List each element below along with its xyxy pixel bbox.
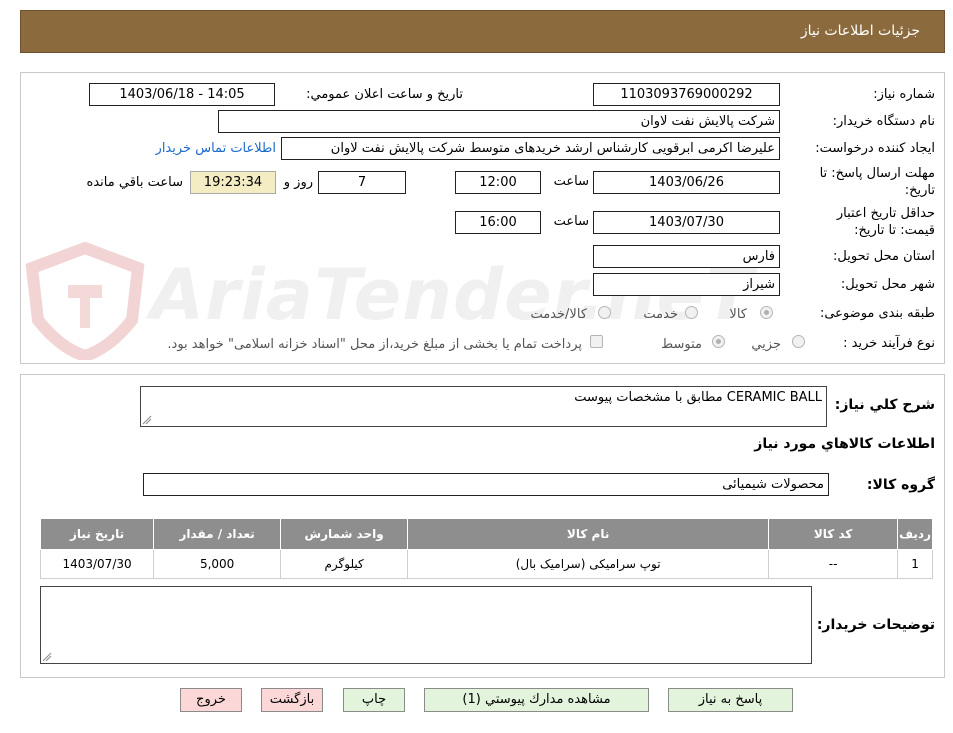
remaining-label: ساعت باقي مانده xyxy=(86,175,183,190)
page-title: جزئیات اطلاعات نیاز xyxy=(800,23,920,39)
category-option-service: خدمت xyxy=(643,307,678,322)
city-field: شیراز xyxy=(593,273,780,296)
goods-table-wrap: رديف کد کالا نام کالا واحد شمارش تعداد /… xyxy=(39,518,933,579)
col-code: کد کالا xyxy=(768,518,899,550)
process-radio-minor[interactable] xyxy=(792,335,805,348)
page-header: جزئیات اطلاعات نیاز xyxy=(20,10,945,53)
validity-label-2: قيمت: تا تاريخ: xyxy=(854,223,935,238)
resize-handle-icon[interactable] xyxy=(142,415,152,425)
goods-table: رديف کد کالا نام کالا واحد شمارش تعداد /… xyxy=(39,518,933,579)
table-header-row: رديف کد کالا نام کالا واحد شمارش تعداد /… xyxy=(39,518,933,550)
validity-time-field: 16:00 xyxy=(455,211,541,234)
category-radio-goods-service[interactable] xyxy=(598,306,611,319)
process-option-medium: متوسط xyxy=(661,337,702,352)
col-date: تاريخ نياز xyxy=(39,518,155,550)
province-label: استان محل تحويل: xyxy=(833,249,935,264)
requester-field: علیرضا اکرمی ابرقویی کارشناس ارشد خریدها… xyxy=(281,137,780,160)
days-field: 7 xyxy=(318,171,406,194)
remaining-time-field: 19:23:34 xyxy=(190,171,276,194)
cell-unit: کیلوگرم xyxy=(280,549,409,579)
category-radio-goods[interactable] xyxy=(760,306,773,319)
summary-text: CERAMIC BALL مطابق با مشخصات پیوست xyxy=(574,390,822,405)
view-attachments-button[interactable]: مشاهده مدارك پيوستي (1) xyxy=(424,688,649,712)
buyer-notes-textarea xyxy=(40,586,812,664)
validity-date-field: 1403/07/30 xyxy=(593,211,780,234)
process-type-label: نوع فرآيند خريد : xyxy=(843,336,935,351)
back-button[interactable]: بازگشت xyxy=(261,688,323,712)
city-label: شهر محل تحويل: xyxy=(840,277,935,292)
process-radio-medium[interactable] xyxy=(712,335,725,348)
summary-textarea: CERAMIC BALL مطابق با مشخصات پیوست xyxy=(140,386,827,427)
reply-time-label: ساعت xyxy=(553,174,589,189)
col-unit: واحد شمارش xyxy=(280,518,409,550)
col-row: رديف xyxy=(897,518,933,550)
cell-date: 1403/07/30 xyxy=(39,549,155,579)
reply-deadline-label-2: تاريخ: xyxy=(904,183,935,198)
cell-row: 1 xyxy=(897,549,933,579)
goods-section-title: اطلاعات کالاهاي مورد نياز xyxy=(754,436,935,452)
category-label: طبقه بندی موضوعی: xyxy=(819,306,935,321)
exit-button[interactable]: خروج xyxy=(180,688,242,712)
treasury-checkbox[interactable] xyxy=(590,335,603,348)
province-field: فارس xyxy=(593,245,780,268)
buyer-notes-label: توضيحات خريدار: xyxy=(816,617,935,633)
category-option-goods-service: کالا/خدمت xyxy=(530,307,587,322)
cell-quantity: 5,000 xyxy=(153,549,282,579)
category-radio-service[interactable] xyxy=(685,306,698,319)
process-option-minor: جزيي xyxy=(751,337,781,352)
requester-label: ايجاد کننده درخواست: xyxy=(815,141,935,156)
col-quantity: تعداد / مقدار xyxy=(153,518,282,550)
reply-time-field: 12:00 xyxy=(455,171,541,194)
need-number-label: شماره نیاز: xyxy=(873,87,935,102)
goods-group-field: محصولات شیمیائی xyxy=(143,473,829,496)
print-button[interactable]: چاپ xyxy=(343,688,405,712)
reply-date-field: 1403/06/26 xyxy=(593,171,780,194)
summary-label: شرح کلي نياز: xyxy=(834,397,935,413)
announce-field: 1403/06/18 - 14:05 xyxy=(89,83,275,106)
buyer-contact-link[interactable]: اطلاعات تماس خريدار xyxy=(156,141,276,156)
days-label: روز و xyxy=(283,175,313,190)
category-option-goods: کالا xyxy=(729,307,747,322)
goods-group-label: گروه کالا: xyxy=(866,477,935,493)
col-name: نام کالا xyxy=(407,518,770,550)
treasury-note: پرداخت تمام یا بخشی از مبلغ خرید،از محل … xyxy=(167,337,582,352)
validity-time-label: ساعت xyxy=(553,214,589,229)
need-number-field: 1103093769000292 xyxy=(593,83,780,106)
watermark-shield-icon xyxy=(25,241,145,360)
buyer-org-label: نام دستگاه خريدار: xyxy=(832,114,935,129)
reply-button[interactable]: پاسخ به نياز xyxy=(668,688,793,712)
validity-label: حداقل تاريخ اعتبار xyxy=(836,206,935,221)
announce-label: تاریخ و ساعت اعلان عمومي: xyxy=(306,87,463,102)
cell-code: -- xyxy=(768,549,899,579)
cell-name: توپ سرامیکی (سرامیک بال) xyxy=(407,549,770,579)
reply-deadline-label: مهلت ارسال پاسخ: تا xyxy=(819,166,935,181)
buyer-org-field: شرکت پالایش نفت لاوان xyxy=(218,110,780,133)
table-row: 1 -- توپ سرامیکی (سرامیک بال) کیلوگرم 5,… xyxy=(39,549,933,579)
resize-handle-icon[interactable] xyxy=(42,652,52,662)
